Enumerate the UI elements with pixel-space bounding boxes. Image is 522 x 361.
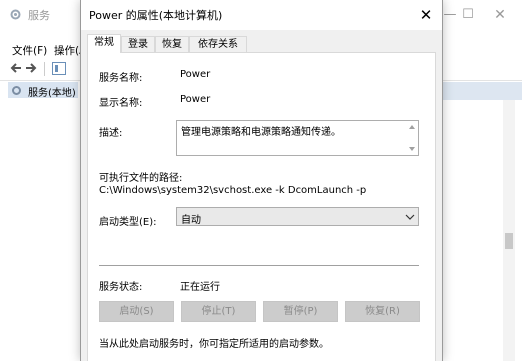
gear-icon — [12, 86, 21, 95]
close-icon[interactable]: ✕ — [490, 5, 510, 25]
menu-file[interactable]: 文件(F) — [12, 43, 47, 58]
executable-path-label: 可执行文件的路径: — [99, 173, 183, 184]
start-button[interactable]: 启动(S) — [99, 301, 174, 322]
console-tree: 服务(本地) — [4, 80, 81, 361]
display-name-value: Power — [180, 94, 211, 105]
list-header-strip — [432, 82, 522, 100]
description-text: 管理电源策略和电源策略通知传递。 — [181, 127, 341, 138]
dialog-title: Power 的属性(本地计算机) — [89, 9, 223, 22]
tree-item-label: 服务(本地) — [28, 88, 76, 99]
scroll-down-icon[interactable] — [409, 147, 415, 151]
properties-dialog: Power 的属性(本地计算机) ✕ 常规 登录 恢复 依存关系 服务名称: P… — [80, 0, 443, 361]
executable-path-value: C:\Windows\system32\svchost.exe -k DcomL… — [99, 185, 367, 196]
service-name-value: Power — [180, 69, 211, 80]
minimize-button[interactable]: — — [440, 5, 460, 25]
service-status-label: 服务状态: — [99, 282, 143, 293]
resume-button[interactable]: 恢复(R) — [345, 301, 420, 322]
show-hide-console-tree-icon[interactable] — [52, 62, 66, 75]
start-parameters-hint: 当从此处启动服务时，你可指定所适用的启动参数。 — [99, 339, 329, 350]
back-arrow-icon[interactable] — [10, 62, 22, 74]
gear-icon — [10, 9, 21, 20]
maximize-button[interactable]: ☐ — [458, 5, 478, 25]
stop-button[interactable]: 停止(T) — [181, 301, 256, 322]
service-name-label: 服务名称: — [99, 73, 143, 84]
description-textbox[interactable]: 管理电源策略和电源策略通知传递。 — [176, 120, 419, 156]
scrollbar-thumb[interactable] — [505, 233, 513, 249]
startup-type-value: 自动 — [181, 215, 201, 226]
dialog-titlebar: Power 的属性(本地计算机) ✕ — [81, 0, 442, 30]
vertical-scrollbar[interactable] — [503, 100, 515, 361]
display-name-label: 显示名称: — [99, 98, 143, 109]
forward-arrow-icon[interactable] — [25, 62, 37, 74]
startup-type-select[interactable]: 自动 — [176, 207, 419, 226]
tab-dependencies[interactable]: 依存关系 — [189, 36, 247, 52]
tab-general[interactable]: 常规 — [87, 34, 121, 53]
chevron-down-icon — [405, 214, 415, 220]
divider — [99, 265, 419, 266]
tab-logon[interactable]: 登录 — [121, 36, 155, 52]
tab-recovery[interactable]: 恢复 — [155, 36, 189, 52]
tab-strip: 常规 登录 恢复 依存关系 — [87, 34, 436, 53]
toolbar-separator — [44, 62, 45, 76]
services-title: 服务 — [28, 9, 50, 22]
description-label: 描述: — [99, 128, 123, 139]
description-scrollbar[interactable] — [407, 121, 418, 155]
pause-button[interactable]: 暂停(P) — [263, 301, 338, 322]
general-tab-panel: 服务名称: Power 显示名称: Power 描述: 管理电源策略和电源策略通… — [87, 52, 436, 361]
service-status-value: 正在运行 — [180, 282, 220, 293]
tree-item-services-local[interactable]: 服务(本地) — [8, 82, 78, 99]
close-icon[interactable]: ✕ — [415, 4, 437, 26]
startup-type-label: 启动类型(E): — [99, 217, 157, 228]
scroll-up-icon[interactable] — [409, 125, 415, 129]
